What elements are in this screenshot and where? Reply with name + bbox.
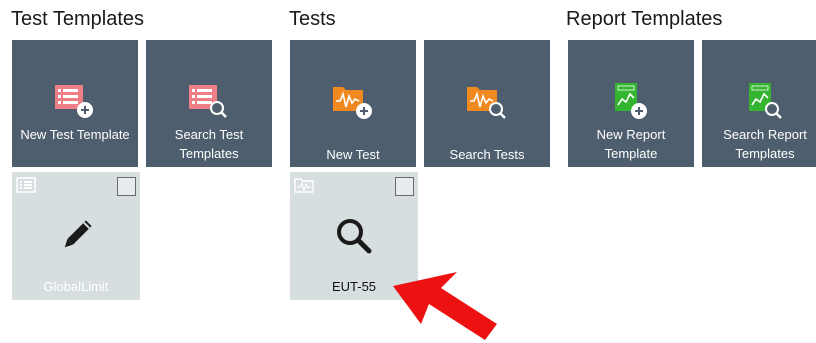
new-test-icon [333,87,372,119]
select-checkbox[interactable] [117,177,136,196]
list-document-icon [16,177,36,193]
pencil-icon [64,220,92,248]
group-title-tests: Tests [289,8,336,30]
waveform-folder-icon [294,178,314,193]
new-report-template-button[interactable]: New Report Template [568,40,694,167]
new-test-template-label: New Test Template [20,127,130,142]
search-test-templates-icon [189,85,227,118]
search-tests-label: Search Tests [449,147,525,162]
card-name-label: GlobalLimit [43,279,109,294]
test-template-card-globallimit[interactable]: GlobalLimit [12,172,140,300]
search-test-templates-label: Search Test Templates [174,127,244,161]
new-report-template-icon [615,83,647,119]
group-title-test-templates: Test Templates [11,8,145,30]
new-test-button[interactable]: New Test [290,40,416,167]
group-title-report-templates: Report Templates [566,8,723,30]
new-test-template-icon [55,85,93,118]
red-arrow-annotation [393,272,497,340]
new-test-label: New Test [326,147,380,162]
search-report-templates-icon [749,83,782,119]
select-checkbox[interactable] [395,177,414,196]
search-report-templates-button[interactable]: Search Report Templates [702,40,816,167]
search-tests-button[interactable]: Search Tests [424,40,550,167]
search-report-templates-label: Search Report Templates [723,127,807,161]
search-tests-icon [467,87,506,119]
new-report-template-label: New Report Template [596,127,666,161]
search-test-templates-button[interactable]: Search Test Templates [146,40,272,167]
magnifier-icon [337,219,372,254]
new-test-template-button[interactable]: New Test Template [12,40,138,167]
